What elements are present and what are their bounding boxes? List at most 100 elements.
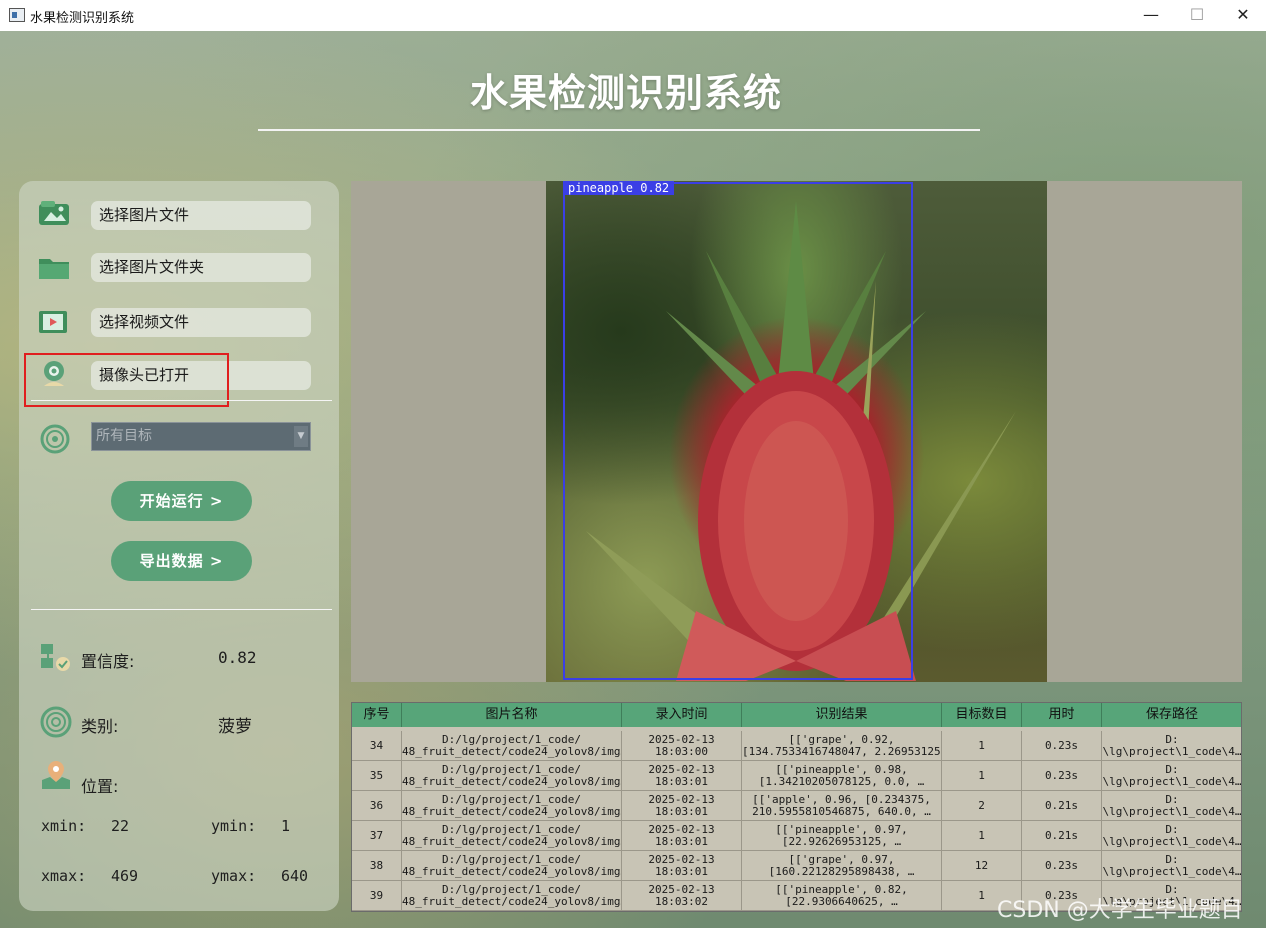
cell-save-path: D: \lg\project\1_code\4… xyxy=(1102,761,1242,791)
cell-id: 38 xyxy=(352,851,402,881)
category-value: 菠萝 xyxy=(218,717,252,737)
cell-id: 37 xyxy=(352,821,402,851)
cell-line: \lg\project\1_code\4… xyxy=(1102,835,1242,848)
cell-image-name: D:/lg/project/1_code/48_fruit_detect/cod… xyxy=(402,791,622,821)
cell-count: 12 xyxy=(942,851,1022,881)
select-video-button[interactable]: 选择视频文件 xyxy=(91,308,311,337)
image-file-icon[interactable] xyxy=(38,200,70,226)
confidence-label: 置信度: xyxy=(81,652,135,671)
target-select[interactable]: 所有目标 ▼ xyxy=(91,422,311,451)
table-row[interactable]: 35 D:/lg/project/1_code/48_fruit_detect/… xyxy=(352,761,1242,791)
cell-duration: 0.23s xyxy=(1022,761,1102,791)
cell-image-name: D:/lg/project/1_code/48_fruit_detect/cod… xyxy=(402,821,622,851)
ymax-value: 640 xyxy=(281,867,309,885)
cell-id: 39 xyxy=(352,881,402,911)
select-folder-button[interactable]: 选择图片文件夹 xyxy=(91,253,311,282)
cell-id: 35 xyxy=(352,761,402,791)
cell-line: 48_fruit_detect/code24_yolov8/img… xyxy=(402,835,622,848)
col-header-result[interactable]: 识别结果 xyxy=(742,703,942,727)
target-select-value: 所有目标 xyxy=(96,428,152,444)
detection-label: pineapple 0.82 xyxy=(563,181,675,195)
cell-time: 2025-02-13 18:03:01 xyxy=(622,761,742,791)
cell-count: 2 xyxy=(942,791,1022,821)
cell-line: 48_fruit_detect/code24_yolov8/img… xyxy=(402,805,622,818)
start-run-button[interactable]: 开始运行 > xyxy=(111,481,252,521)
table-header-row: 序号 图片名称 录入时间 识别结果 目标数目 用时 保存路径 xyxy=(352,703,1241,727)
cell-save-path: D: \lg\project\1_code\4… xyxy=(1102,821,1242,851)
cell-line: [134.7533416748047, 2.26953125… xyxy=(742,745,942,758)
table-row[interactable]: 38 D:/lg/project/1_code/48_fruit_detect/… xyxy=(352,851,1242,881)
cell-duration: 0.23s xyxy=(1022,731,1102,761)
location-pin-icon xyxy=(42,761,70,789)
col-header-save-path[interactable]: 保存路径 xyxy=(1102,703,1241,727)
ymin-value: 1 xyxy=(281,817,291,835)
cell-line: \lg\project\1_code\4… xyxy=(1102,865,1242,878)
close-button[interactable]: ✕ xyxy=(1220,0,1266,31)
cell-save-path: D: \lg\project\1_code\4… xyxy=(1102,851,1242,881)
folder-icon[interactable] xyxy=(38,254,70,280)
cell-time: 2025-02-13 18:03:01 xyxy=(622,821,742,851)
col-header-image-name[interactable]: 图片名称 xyxy=(402,703,622,727)
export-data-button[interactable]: 导出数据 > xyxy=(111,541,252,581)
col-header-count[interactable]: 目标数目 xyxy=(942,703,1022,727)
cell-id: 36 xyxy=(352,791,402,821)
table-row[interactable]: 37 D:/lg/project/1_code/48_fruit_detect/… xyxy=(352,821,1242,851)
results-table[interactable]: 序号 图片名称 录入时间 识别结果 目标数目 用时 保存路径 34 D:/lg/… xyxy=(351,702,1242,912)
cell-result: [['apple', 0.96, [0.234375, 210.595581054… xyxy=(742,791,942,821)
ymax-label: ymax: xyxy=(211,867,257,885)
position-label: 位置: xyxy=(81,777,119,796)
video-file-icon[interactable] xyxy=(38,309,68,335)
xmin-label: xmin: xyxy=(41,817,87,835)
chevron-down-icon[interactable]: ▼ xyxy=(294,426,308,447)
minimize-button[interactable]: — xyxy=(1128,0,1174,31)
cell-id: 34 xyxy=(352,731,402,761)
select-image-button[interactable]: 选择图片文件 xyxy=(91,201,311,230)
col-header-duration[interactable]: 用时 xyxy=(1022,703,1102,727)
cell-line: 48_fruit_detect/code24_yolov8/img… xyxy=(402,745,622,758)
detection-image: pineapple 0.82 xyxy=(546,181,1047,682)
cell-image-name: D:/lg/project/1_code/48_fruit_detect/cod… xyxy=(402,881,622,911)
cell-line: [22.92626953125, … xyxy=(781,835,902,848)
title-divider xyxy=(258,129,980,131)
confidence-icon xyxy=(41,644,70,671)
cell-line: \lg\project\1_code\4… xyxy=(1102,775,1242,788)
panel-divider xyxy=(31,400,332,401)
cell-line: 18:03:02 xyxy=(655,895,708,908)
cell-result: [['pineapple', 0.97, [22.92626953125, … xyxy=(742,821,942,851)
cell-save-path: D: \lg\project\1_code\4… xyxy=(1102,791,1242,821)
cell-line: 18:03:01 xyxy=(655,805,708,818)
cell-image-name: D:/lg/project/1_code/48_fruit_detect/cod… xyxy=(402,731,622,761)
detection-box xyxy=(563,182,913,680)
window-title: 水果检测识别系统 xyxy=(30,11,135,26)
cell-result: [['pineapple', 0.82, [22.9306640625, … xyxy=(742,881,942,911)
col-header-id[interactable]: 序号 xyxy=(352,703,402,727)
cell-line: 48_fruit_detect/code24_yolov8/img… xyxy=(402,895,622,908)
cell-line: [22.9306640625, … xyxy=(785,895,898,908)
cell-count: 1 xyxy=(942,761,1022,791)
panel-divider-2 xyxy=(31,609,332,610)
category-label: 类别: xyxy=(81,717,119,736)
cell-time: 2025-02-13 18:03:01 xyxy=(622,851,742,881)
category-icon xyxy=(40,706,72,738)
cell-line: 18:03:01 xyxy=(655,775,708,788)
table-row[interactable]: 36 D:/lg/project/1_code/48_fruit_detect/… xyxy=(352,791,1242,821)
cell-line: [160.22128295898438, … xyxy=(768,865,915,878)
window-titlebar: 水果检测识别系统 — ☐ ✕ xyxy=(0,0,1266,32)
xmax-label: xmax: xyxy=(41,867,87,885)
target-icon xyxy=(40,424,70,454)
table-row[interactable]: 34 D:/lg/project/1_code/48_fruit_detect/… xyxy=(352,731,1241,761)
confidence-value: 0.82 xyxy=(218,648,257,667)
highlight-box xyxy=(24,353,229,407)
col-header-time[interactable]: 录入时间 xyxy=(622,703,742,727)
maximize-button[interactable]: ☐ xyxy=(1174,0,1220,31)
cell-duration: 0.23s xyxy=(1022,851,1102,881)
cell-duration: 0.21s xyxy=(1022,791,1102,821)
cell-time: 2025-02-13 18:03:00 xyxy=(622,731,742,761)
cell-count: 1 xyxy=(942,731,1022,761)
cell-image-name: D:/lg/project/1_code/48_fruit_detect/cod… xyxy=(402,851,622,881)
cell-line: 18:03:00 xyxy=(655,745,708,758)
cell-result: [['grape', 0.92, [134.7533416748047, 2.26… xyxy=(742,731,942,761)
cell-duration: 0.21s xyxy=(1022,821,1102,851)
cell-line: \lg\project\1_code\4… xyxy=(1102,805,1242,818)
cell-save-path: D: \lg\project\1_code\4… xyxy=(1102,731,1241,761)
